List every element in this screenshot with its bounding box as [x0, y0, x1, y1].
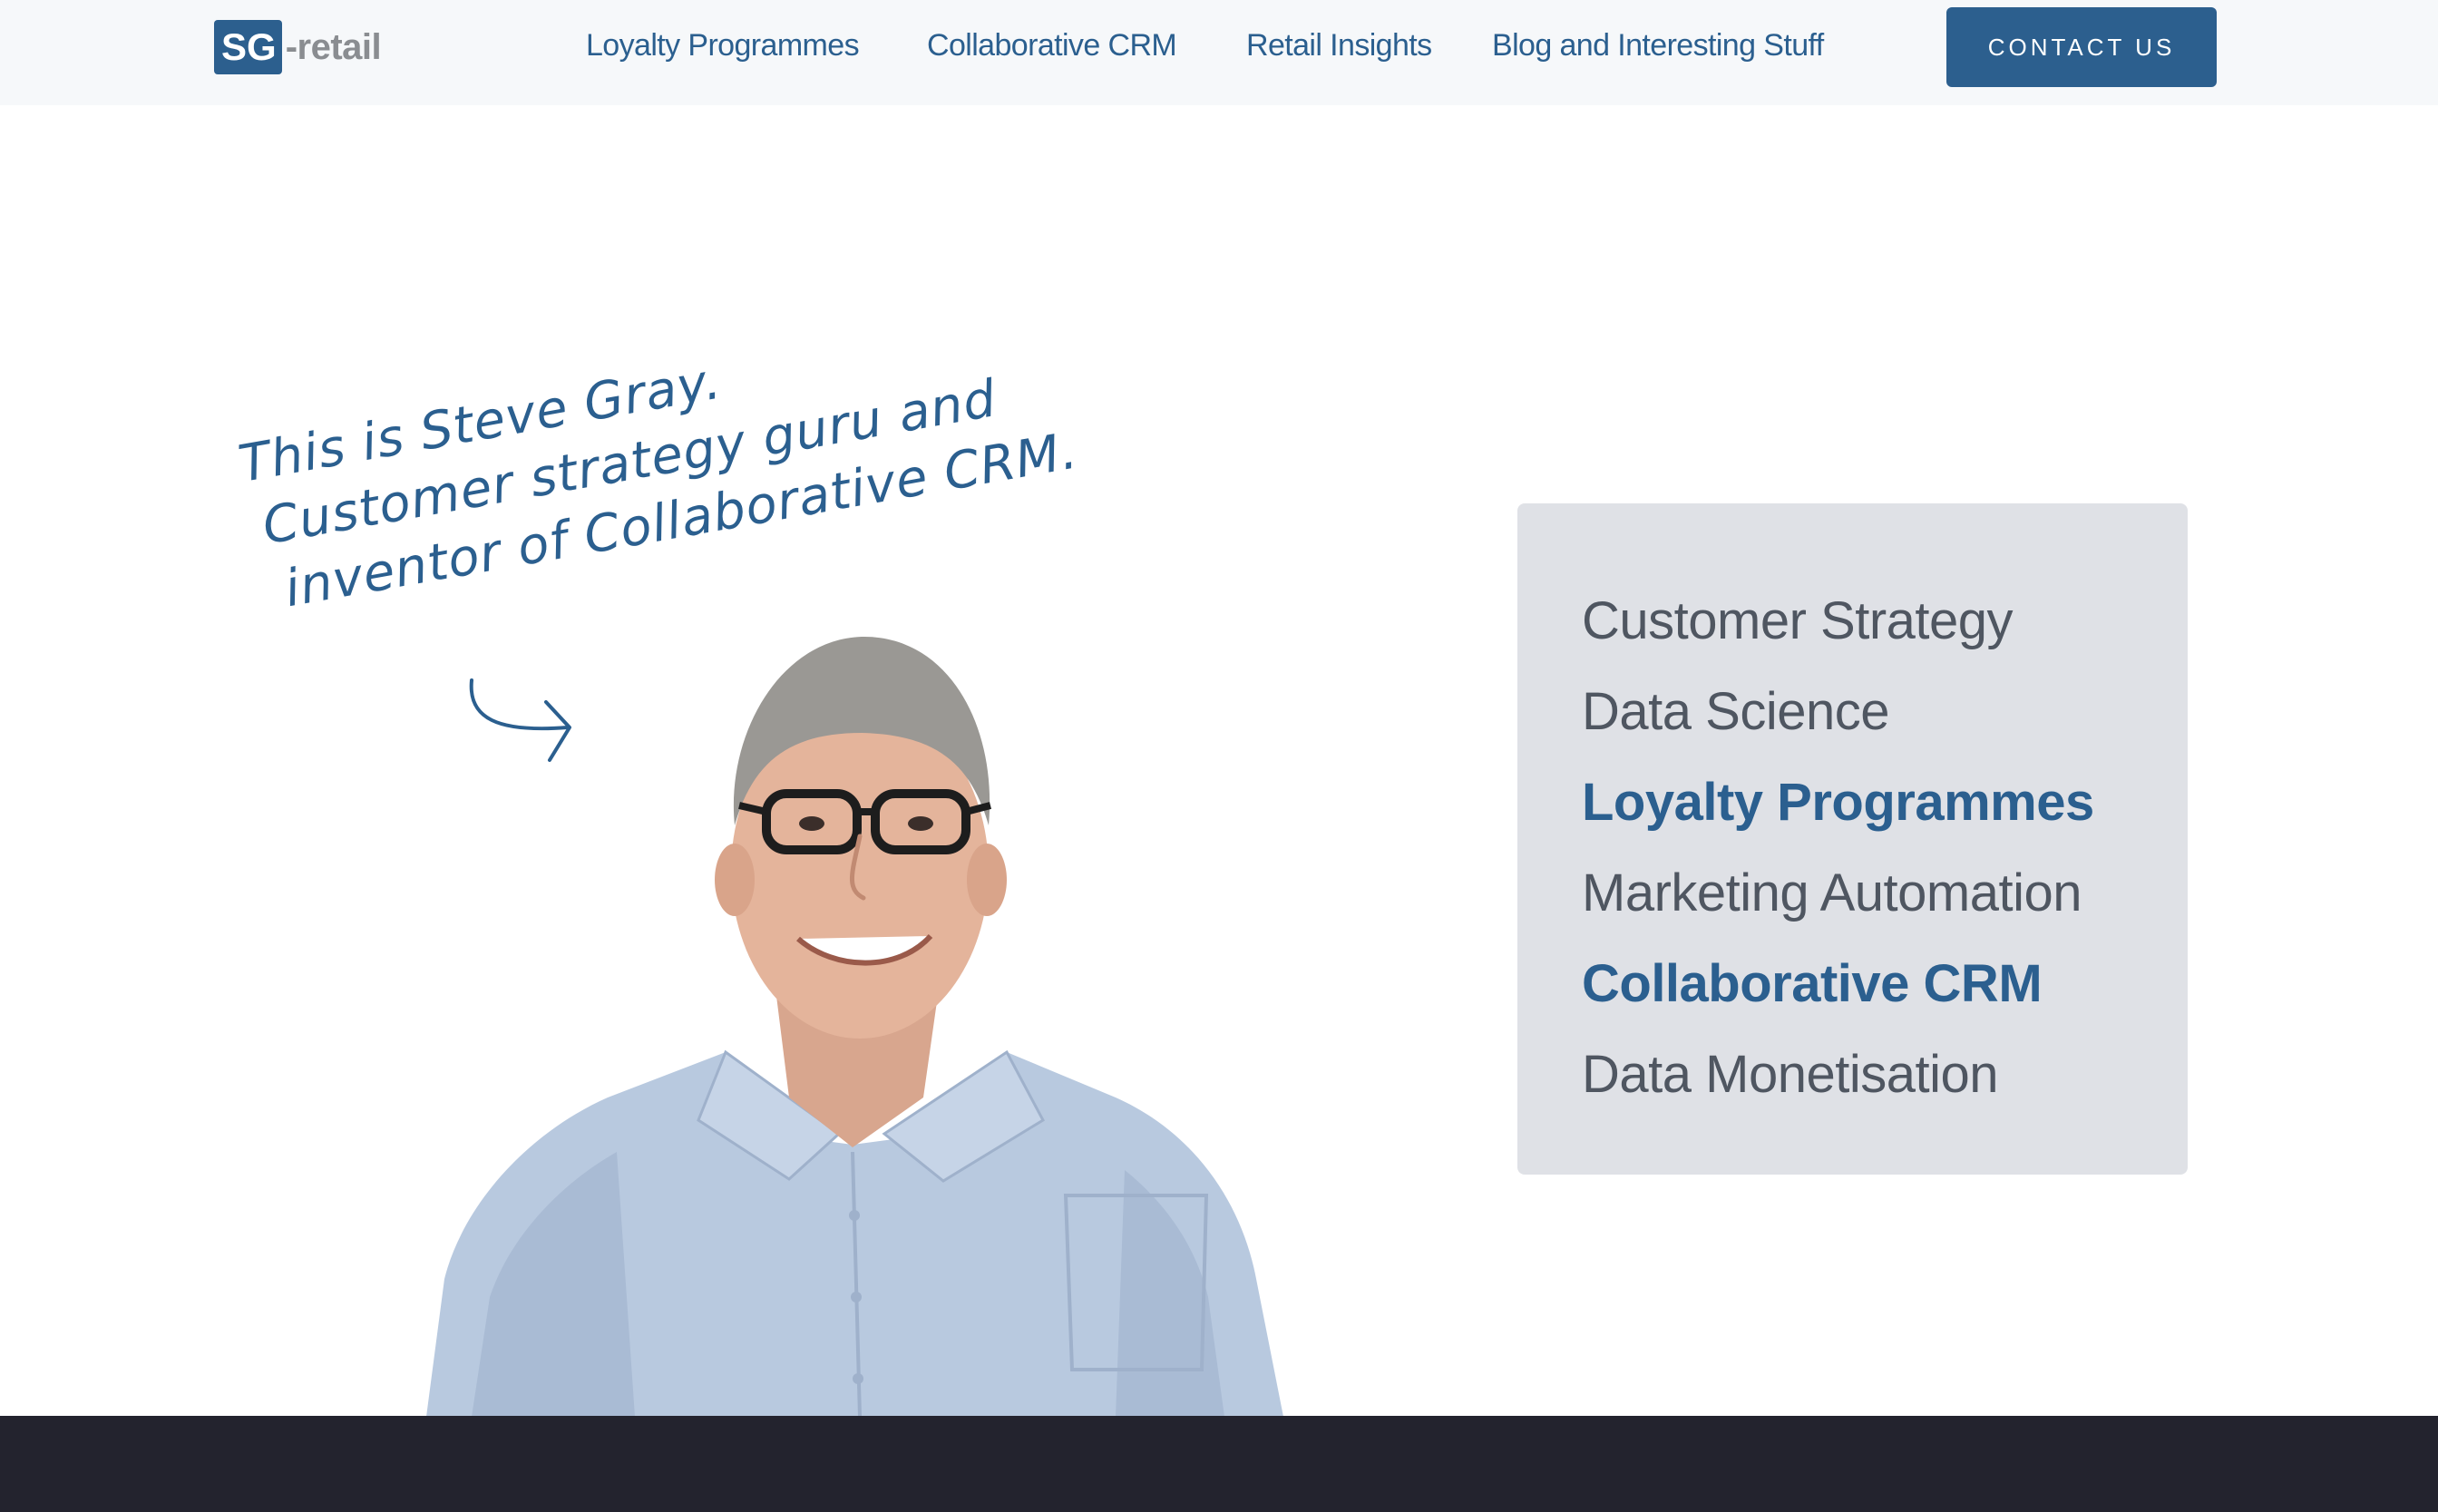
nav-loyalty-programmes[interactable]: Loyalty Programmes: [586, 24, 860, 67]
nav-collaborative-crm[interactable]: Collaborative CRM: [927, 24, 1177, 67]
service-item: Loyalty Programmes: [1582, 773, 2094, 832]
service-item: Data Science: [1582, 682, 1889, 741]
site-footer: [0, 1416, 2438, 1512]
logo-mark: SG: [214, 20, 282, 74]
sg-retail-logo[interactable]: SG -retail: [214, 20, 382, 74]
nav-retail-insights[interactable]: Retail Insights: [1246, 24, 1432, 67]
logo-wordmark: -retail: [285, 27, 382, 67]
service-item: Customer Strategy: [1582, 591, 2014, 650]
services-list: Customer Strategy Data Science Loyalty P…: [1582, 576, 2094, 1120]
service-item: Data Monetisation: [1582, 1045, 1998, 1104]
handwritten-intro: This is Steve Gray. Customer strategy gu…: [234, 290, 1083, 627]
nav-blog[interactable]: Blog and Interesting Stuff: [1492, 24, 1824, 67]
steve-gray-portrait: [426, 636, 1283, 1417]
services-card: Customer Strategy Data Science Loyalty P…: [1517, 503, 2188, 1175]
site-header: SG -retail Loyalty Programmes Collaborat…: [0, 0, 2438, 105]
service-item: Marketing Automation: [1582, 863, 2082, 922]
contact-us-button[interactable]: CONTACT US: [1946, 7, 2217, 87]
service-item: Collaborative CRM: [1582, 954, 2043, 1013]
